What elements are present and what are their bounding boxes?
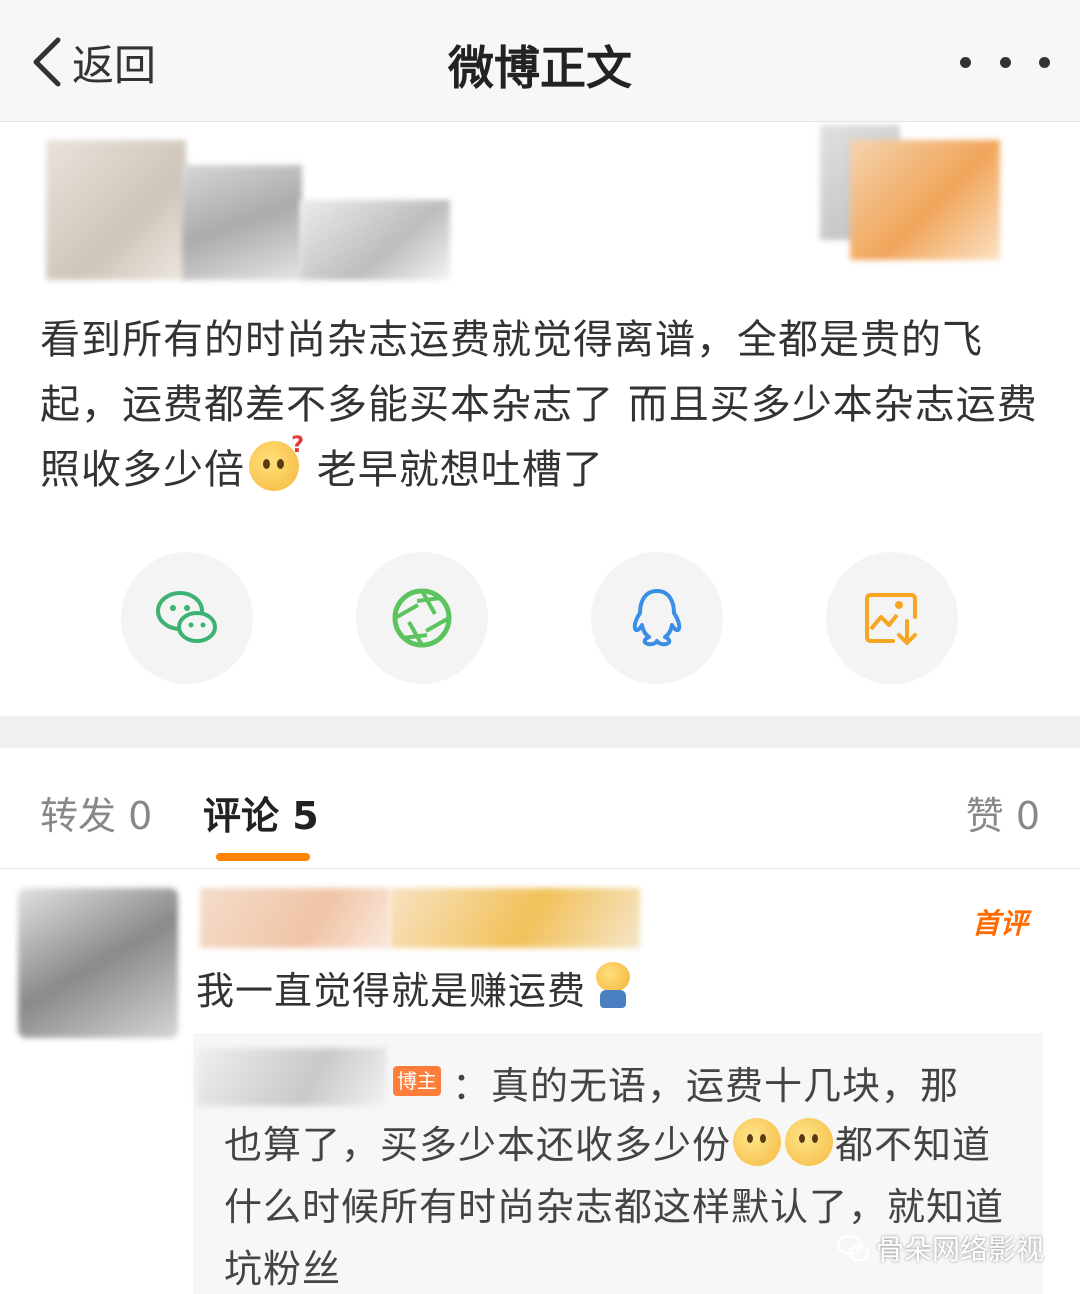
blurred-username: [182, 165, 302, 280]
thinking-question-emoji-icon: ?: [249, 435, 304, 491]
thinking-emoji-icon: [785, 1118, 834, 1166]
section-divider: [0, 716, 1080, 748]
save-image-button[interactable]: [826, 552, 958, 684]
more-dot: [1039, 56, 1050, 68]
share-wechat-button[interactable]: [121, 552, 253, 684]
share-moments-button[interactable]: [356, 552, 488, 684]
chevron-left-icon: [33, 37, 61, 87]
moments-icon: [392, 588, 452, 648]
navbar: 返回 微博正文: [0, 0, 1080, 122]
reply-text-line1: ：真的无语，运费十几块，那: [452, 1064, 960, 1108]
wechat-watermark-icon: [836, 1234, 870, 1262]
reply-text-part: 都不: [835, 1123, 914, 1167]
blurred-follow-button: [850, 140, 1000, 260]
wechat-icon: [156, 591, 217, 643]
thinking-emoji-icon: [733, 1118, 782, 1166]
blogger-badge: 博主: [393, 1066, 441, 1096]
tab-like[interactable]: 赞 0: [966, 785, 1040, 840]
sitting-smile-emoji-icon: [594, 962, 632, 1010]
save-image-icon: [865, 593, 917, 645]
blurred-avatar: [46, 140, 186, 280]
post-body: 看到所有的时尚杂志运费就觉得离谱，全都是贵的飞起，运费都差不多能买本杂志了 而且…: [40, 308, 1040, 503]
blurred-commenter-name: [390, 888, 640, 948]
tabs-border: [0, 868, 1080, 869]
blurred-commenter-avatar: [18, 888, 178, 1038]
blurred-blogger-name: [196, 1048, 386, 1106]
watermark-text: 骨朵网络影视: [875, 1233, 1044, 1266]
more-options-icon[interactable]: [960, 40, 1050, 84]
back-label: 返回: [72, 40, 157, 90]
watermark: 骨朵网络影视: [836, 1228, 1044, 1268]
back-button[interactable]: 返回: [28, 34, 156, 90]
page-title: 微博正文: [448, 41, 632, 95]
tab-comment[interactable]: 评论 5: [203, 785, 319, 840]
qq-icon: [632, 589, 682, 647]
first-comment-badge: 首评: [972, 907, 1029, 940]
comment-text: 我一直觉得就是赚运费: [196, 960, 632, 1015]
blurred-commenter-name: [200, 888, 390, 948]
comment-body: 我一直觉得就是赚运费: [196, 969, 587, 1013]
tab-repost[interactable]: 转发 0: [40, 785, 152, 840]
active-tab-indicator: [216, 853, 310, 861]
blurred-username: [300, 200, 450, 280]
share-qq-button[interactable]: [591, 552, 723, 684]
more-dot: [960, 56, 971, 68]
more-dot: [999, 56, 1011, 68]
post-text-tail: 老早就想吐槽了: [303, 447, 604, 493]
reply-text-part: 也算了，买多少本还收多少份: [224, 1123, 732, 1167]
